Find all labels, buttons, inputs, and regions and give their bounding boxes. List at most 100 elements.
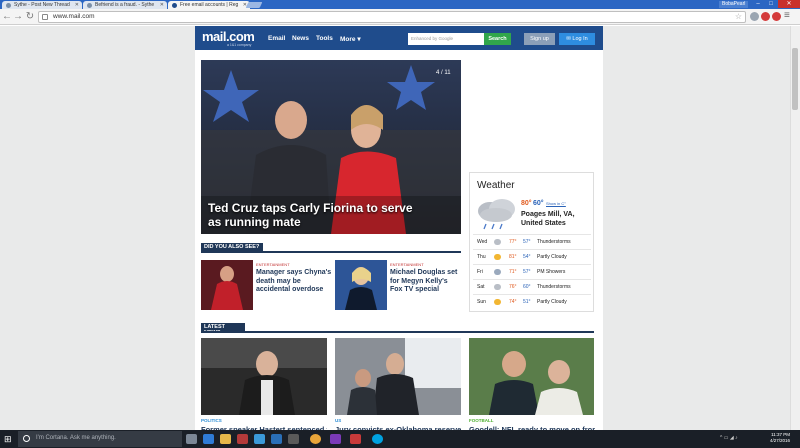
forecast-low: 57° [523,239,531,245]
forecast-day: Sat [477,284,485,290]
forecast-desc: Partly Cloudy [537,299,567,305]
system-clock[interactable]: 11:37 PM 4/27/2016 [770,432,790,444]
edge-icon[interactable] [203,434,214,444]
chevron-down-icon: ▾ [355,36,361,43]
close-tab-icon[interactable]: ✕ [75,2,79,8]
forward-icon[interactable]: → [13,10,23,24]
windows-start-icon[interactable]: ⊞ [4,434,14,444]
weather-low: 60° [533,200,544,207]
section-title-also-see: DID YOU ALSO SEE? [201,243,263,251]
thumb-photo [335,260,387,310]
forecast-low: 54° [523,254,531,260]
thunderstorm-icon [494,239,501,245]
cortana-icon [23,435,30,442]
app-icon[interactable] [288,434,299,444]
site-logo[interactable]: mail.com [202,29,255,44]
tab-mail[interactable]: Free email accounts | Reg ✕ [168,1,250,9]
reload-icon[interactable]: ↻ [25,10,35,24]
store-icon[interactable] [254,434,265,444]
forecast-day: Fri [477,269,483,275]
forecast-low: 60° [523,284,531,290]
close-window-button[interactable]: ✕ [778,0,800,8]
forecast-row: Sat 76° 60° Thunderstorms [473,279,591,294]
forecast-day: Wed [477,239,488,245]
news-category-label: POLITICS [201,418,222,423]
forecast-desc: PM Showers [537,269,566,275]
signup-button[interactable]: Sign up [524,33,555,45]
skype-icon[interactable] [372,434,383,444]
address-bar[interactable]: www.mail.com ☆ [38,11,746,23]
clock-date: 4/27/2016 [770,438,791,443]
nav-more[interactable]: More ▾ [340,35,361,43]
story-title[interactable]: Manager says Chyna's death may be accide… [256,269,332,295]
forecast-desc: Thunderstorms [537,239,571,245]
close-tab-icon[interactable]: ✕ [160,2,164,8]
sythe-favicon-icon [87,3,92,8]
login-button[interactable]: ✉ Log In [559,33,595,45]
mail-favicon-icon [172,3,177,8]
tab-label: Free email accounts | Reg [180,2,239,8]
menu-icon[interactable]: ≡ [784,10,790,21]
news-image[interactable] [201,338,327,415]
system-tray-icons[interactable]: ^ ▭ ◢ ♪ [720,435,738,441]
tab-sythe-post[interactable]: Sythe - Post New Thread ✕ [2,1,82,9]
partly-cloudy-icon [494,299,501,305]
new-tab-button[interactable] [245,2,263,8]
hero-headline[interactable]: Ted Cruz taps Carly Fiorina to serve as … [208,201,428,229]
news-image[interactable] [469,338,594,415]
logo-tagline: a 1&1 company [227,43,252,47]
maximize-button[interactable]: □ [765,0,777,8]
scrollbar-thumb[interactable] [792,48,798,110]
extension-icon[interactable] [750,12,759,21]
forecast-high: 76° [509,284,517,290]
cortana-search-box[interactable]: I'm Cortana. Ask me anything. [18,431,182,447]
back-icon[interactable]: ← [2,10,12,24]
sythe-favicon-icon [6,3,11,8]
extension-icon[interactable] [772,12,781,21]
thunderstorm-icon [474,197,518,236]
chrome-icon[interactable] [310,434,321,444]
news-photo [469,338,594,415]
nav-email[interactable]: Email [268,35,285,42]
extension-icon[interactable] [761,12,770,21]
forecast-row: Sun 74° 51° Partly Cloudy [473,294,591,309]
login-label: Log In [572,36,588,42]
forecast-desc: Partly Cloudy [537,254,567,260]
tab-label: Befriend is a fraud. - Sythe [95,2,155,8]
minimize-button[interactable]: – [752,0,764,8]
app-icon[interactable] [237,434,248,444]
section-divider [201,251,461,253]
bookmark-star-icon[interactable]: ☆ [735,12,742,21]
section-divider [201,331,594,333]
nav-news[interactable]: News [292,35,309,42]
search-input[interactable]: Enhanced by Google [408,33,484,45]
section-title-latest-news: LATEST NEWS [201,323,245,336]
tab-label: Sythe - Post New Thread [14,2,70,8]
news-category: FOOTBALL [469,418,494,423]
news-category-label: US [335,418,342,423]
tab-sythe-fraud[interactable]: Befriend is a fraud. - Sythe ✕ [83,1,167,9]
app-icon[interactable] [271,434,282,444]
weather-title: Weather [477,180,515,191]
task-view-icon[interactable] [186,434,197,444]
nav-tools[interactable]: Tools [316,35,333,42]
forecast-day: Thu [477,254,486,260]
app-icon[interactable] [330,434,341,444]
news-image[interactable] [335,338,461,415]
app-icon[interactable] [350,434,361,444]
profile-name[interactable]: BobaPearl [719,1,749,8]
story-thumbnail[interactable] [201,260,253,310]
file-explorer-icon[interactable] [220,434,231,444]
unit-toggle-link[interactable]: Show in C° [546,201,566,206]
story-title[interactable]: Michael Douglas set for Megyn Kelly's Fo… [390,269,462,295]
cortana-placeholder: I'm Cortana. Ask me anything. [36,435,116,441]
story-thumbnail[interactable] [335,260,387,310]
ad-slot [469,60,594,170]
showers-icon [494,269,501,275]
forecast-high: 71° [509,269,517,275]
search-button[interactable]: Search [484,33,511,45]
news-photo [201,338,327,415]
forecast-low: 51° [523,299,531,305]
forecast-low: 57° [523,269,531,275]
forecast-row: Thu 81° 54° Partly Cloudy [473,249,591,264]
